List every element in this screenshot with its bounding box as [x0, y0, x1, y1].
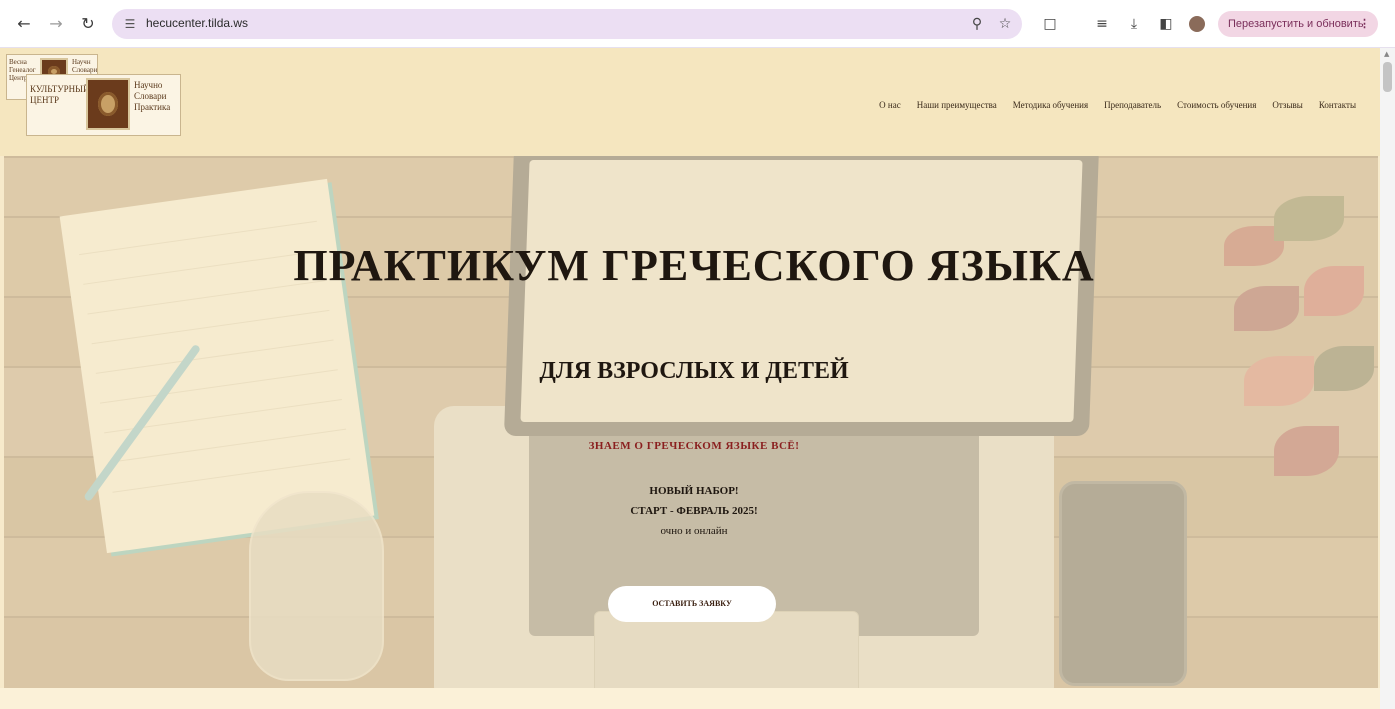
forward-arrow-icon[interactable]: → — [46, 14, 66, 34]
reload-icon[interactable]: ↻ — [78, 14, 98, 34]
menu-teacher[interactable]: Преподаватель — [1104, 100, 1161, 110]
bookmark-star-icon[interactable]: ☆ — [996, 15, 1014, 33]
download-icon[interactable]: ⤓ — [1124, 14, 1144, 34]
zoom-icon[interactable]: ⚲ — [968, 15, 986, 33]
web-page: ВеснаГенеалогЦентр НаучнСловариПрактика … — [0, 48, 1380, 709]
site-logo[interactable]: ВеснаГенеалогЦентр НаучнСловариПрактика … — [6, 54, 181, 136]
menu-about[interactable]: О нас — [879, 100, 901, 110]
page-scrollbar[interactable]: ▲ — [1380, 48, 1395, 709]
more-menu-icon[interactable]: ⋮ — [1359, 11, 1370, 37]
hero-announcement: НОВЫЙ НАБОР! СТАРТ - ФЕВРАЛЬ 2025! очно … — [404, 481, 984, 541]
hero-title: ПРАКТИКУМ ГРЕЧЕСКОГО ЯЗЫКА — [293, 241, 1095, 290]
site-info-icon[interactable]: ☰ — [122, 16, 138, 32]
address-bar[interactable]: ☰ hecucenter.tilda.ws ⚲ ☆ — [112, 9, 1022, 39]
profile-avatar[interactable] — [1189, 16, 1205, 32]
announcement-line-2: СТАРТ - ФЕВРАЛЬ 2025! — [630, 505, 758, 517]
back-arrow-icon[interactable]: ← — [14, 14, 34, 34]
submit-request-button[interactable]: ОСТАВИТЬ ЗАЯВКУ — [608, 586, 776, 622]
relaunch-update-button[interactable]: Перезапустить и обновить ⋮ — [1218, 11, 1378, 37]
hero-subtitle: ДЛЯ ВЗРОСЛЫХ И ДЕТЕЙ — [539, 358, 849, 384]
scroll-up-arrow-icon[interactable]: ▲ — [1384, 50, 1389, 58]
menu-reviews[interactable]: Отзывы — [1272, 100, 1302, 110]
announcement-line-1: НОВЫЙ НАБОР! — [649, 485, 739, 497]
announcement-line-3: очно и онлайн — [660, 525, 728, 537]
browser-toolbar: ← → ↻ ☰ hecucenter.tilda.ws ⚲ ☆ □ ≡ ⤓ ◧ … — [0, 0, 1395, 48]
next-section-edge — [0, 688, 1380, 709]
site-header: ВеснаГенеалогЦентр НаучнСловариПрактика … — [0, 48, 1380, 156]
menu-price[interactable]: Стоимость обучения — [1177, 100, 1256, 110]
scrollbar-thumb[interactable] — [1383, 62, 1392, 92]
menu-contacts[interactable]: Контакты — [1319, 100, 1356, 110]
hero-tagline: ЗНАЕМ О ГРЕЧЕСКОМ ЯЗЫКЕ ВСЁ! — [588, 440, 800, 452]
hero-section: ПРАКТИКУМ ГРЕЧЕСКОГО ЯЗЫКА ДЛЯ ВЗРОСЛЫХ … — [4, 156, 1378, 688]
side-panel-icon[interactable]: ◧ — [1156, 14, 1176, 34]
url-text[interactable]: hecucenter.tilda.ws — [146, 16, 248, 30]
menu-advantages[interactable]: Наши преимущества — [917, 100, 997, 110]
relaunch-label: Перезапустить и обновить — [1228, 18, 1364, 30]
site-menu: О нас Наши преимущества Методика обучени… — [879, 100, 1356, 110]
reading-list-icon[interactable]: ≡ — [1092, 14, 1112, 34]
extension-icon[interactable]: □ — [1040, 14, 1060, 34]
menu-method[interactable]: Методика обучения — [1013, 100, 1088, 110]
